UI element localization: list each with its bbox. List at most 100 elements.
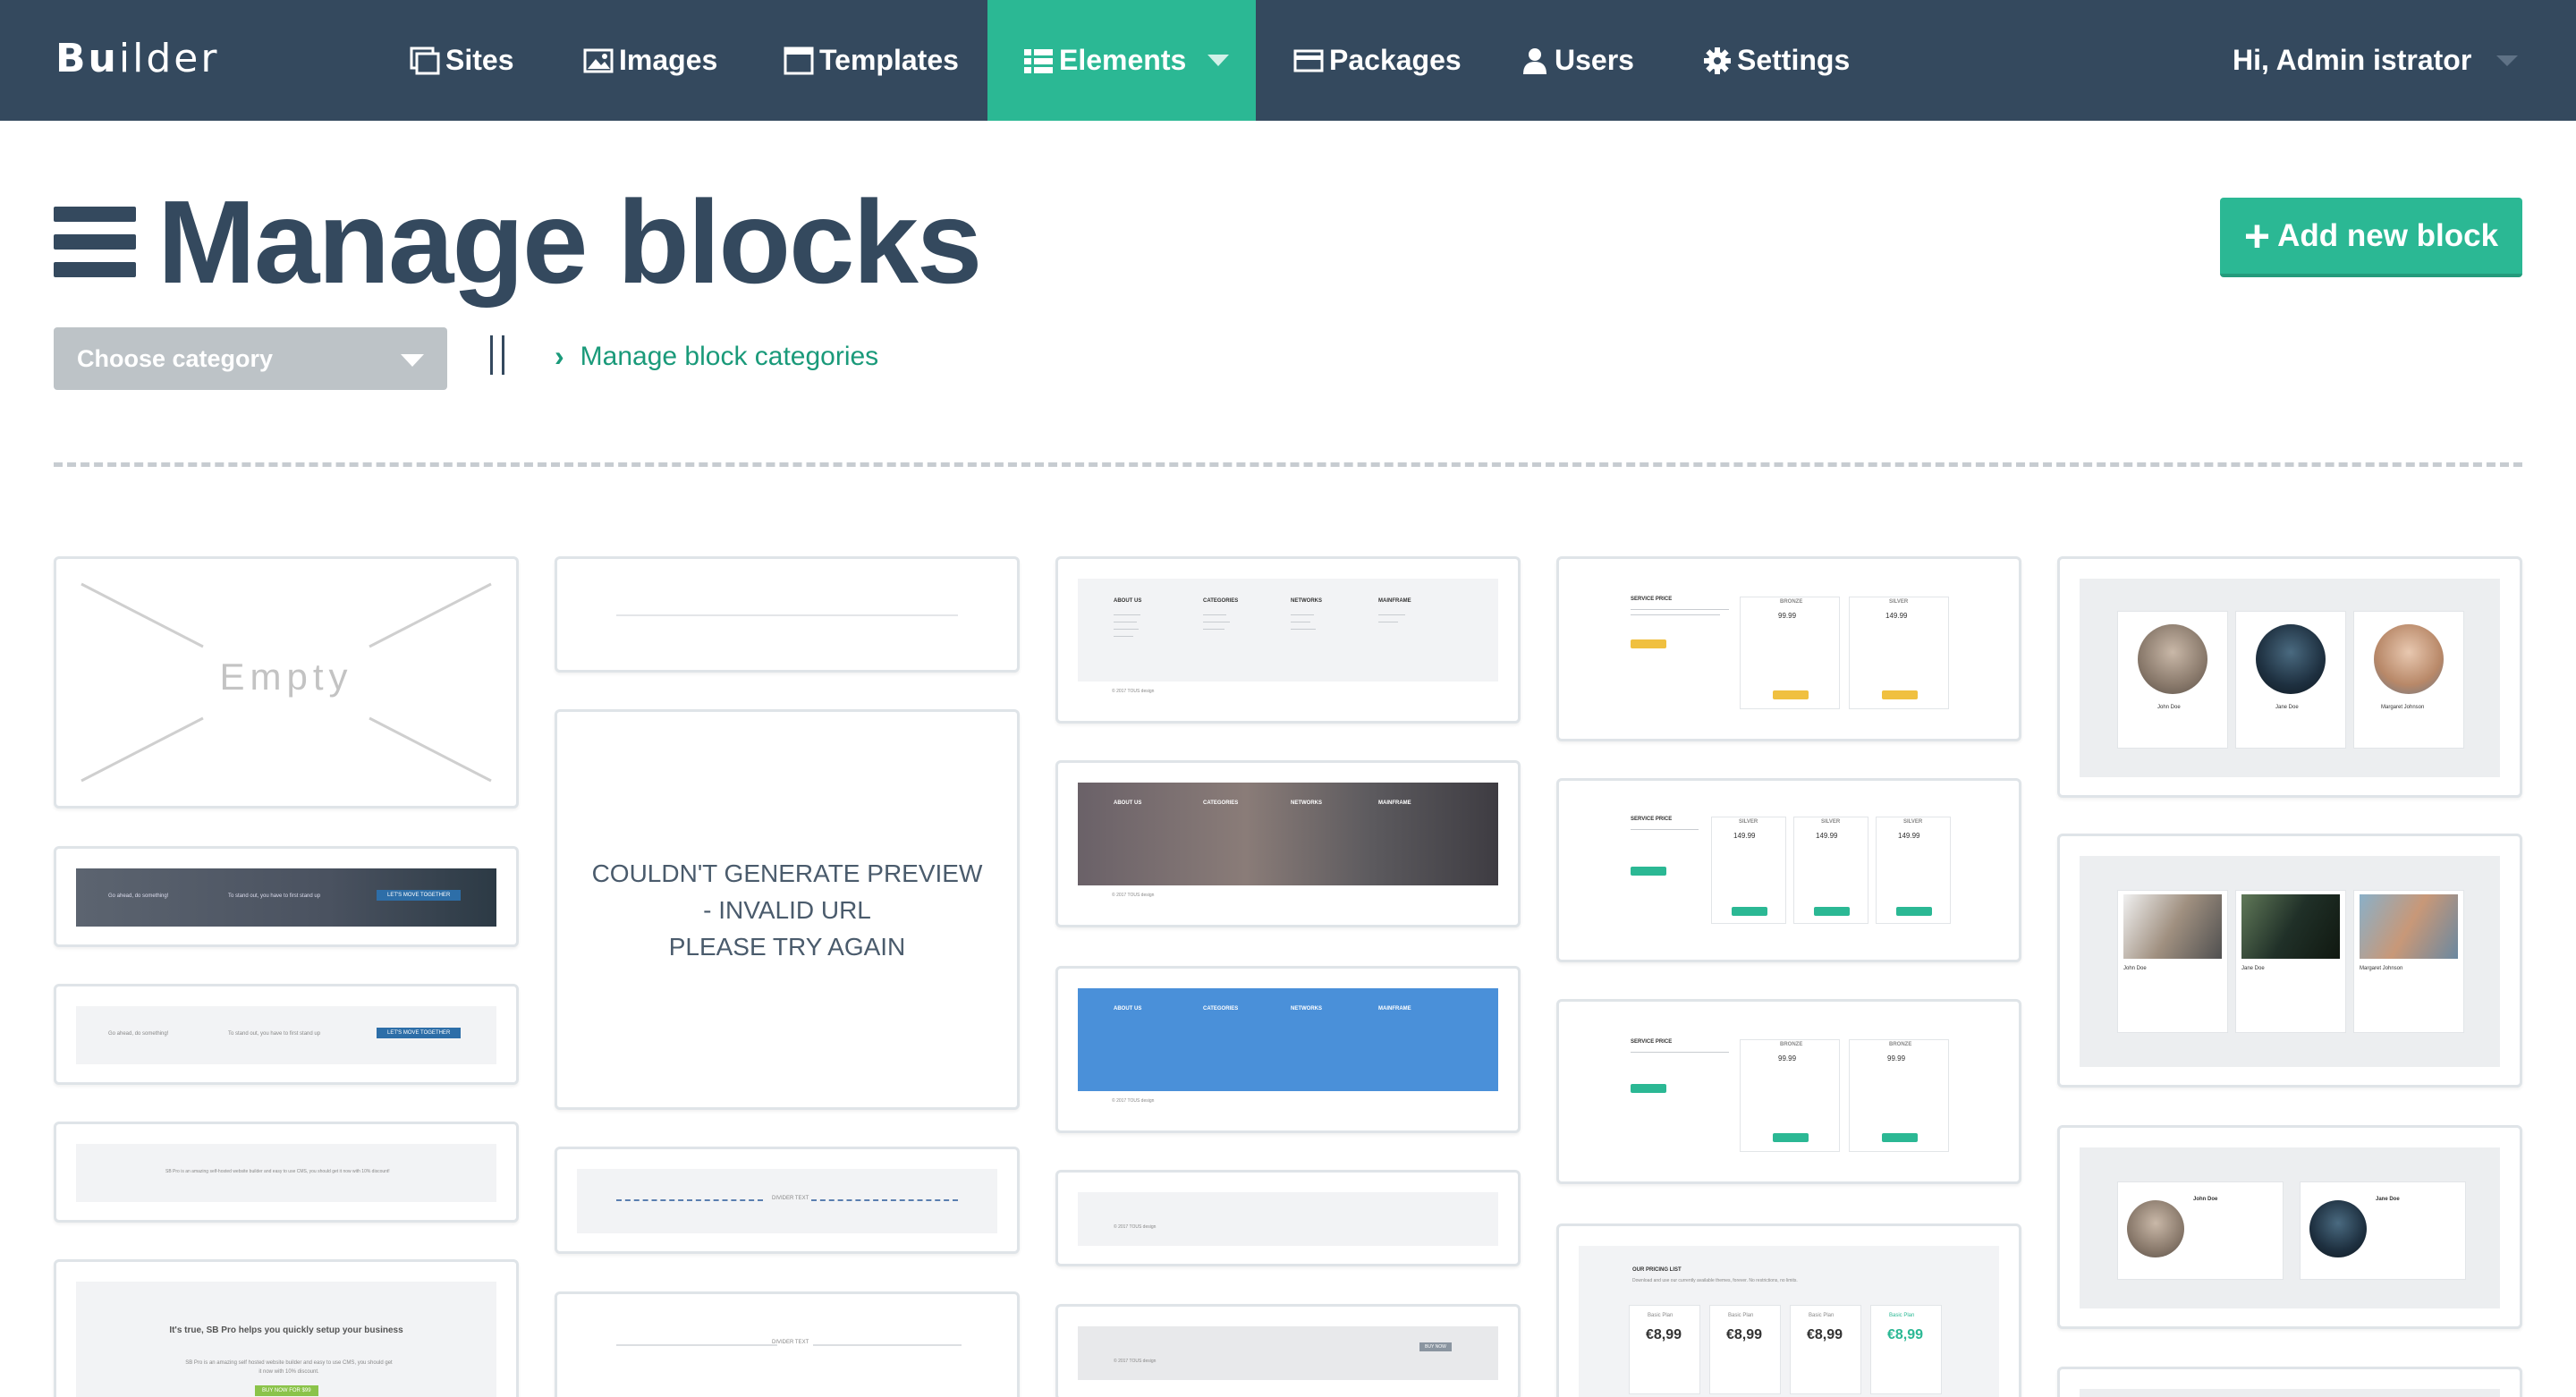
nav-templates[interactable]: Templates (784, 0, 959, 121)
block-card-divider-plain[interactable] (555, 556, 1020, 673)
block-card-pricing-3[interactable]: SERVICE PRICE SILVER 149.99 SILVER 149.9… (1556, 778, 2021, 962)
block-card-footer-image[interactable]: ABOUT US CATEGORIES NETWORKS MAINFRAME ©… (1055, 760, 1521, 927)
block-preview: ABOUT US CATEGORIES NETWORKS MAINFRAME (1078, 783, 1498, 885)
block-card-partial[interactable] (2057, 1367, 2522, 1397)
block-card-error[interactable]: COULDN'T GENERATE PREVIEW - INVALID URL … (555, 709, 1020, 1110)
preview-button: LET'S MOVE TOGETHER (377, 1028, 462, 1038)
preview-heading: SERVICE PRICE (1631, 817, 1673, 822)
user-icon (1523, 47, 1546, 74)
preview-error-message: COULDN'T GENERATE PREVIEW - INVALID URL … (557, 855, 1017, 965)
avatar (2127, 1200, 2184, 1257)
block-preview: John Doe Jane Doe (2080, 1147, 2500, 1308)
preview-heading: ABOUT US (1114, 800, 1142, 806)
block-preview: OUR PRICING LIST Download and use our cu… (1579, 1246, 1999, 1397)
preview-text: © 2017 TOUS design (1112, 893, 1155, 898)
nav-elements[interactable]: Elements (987, 0, 1256, 121)
menu-icon (54, 206, 136, 277)
preview-heading: SERVICE PRICE (1631, 1039, 1673, 1045)
top-navbar: Builder Sites Images Templates Elements … (0, 0, 2576, 121)
team-member: Jane Doe (2235, 611, 2346, 749)
block-preview (2080, 1389, 2500, 1397)
block-card-cta-light[interactable]: Go ahead, do something! To stand out, yo… (54, 984, 519, 1085)
team-member: John Doe (2117, 1181, 2284, 1280)
preview-text: Go ahead, do something! (108, 893, 169, 899)
nav-settings-label: Settings (1737, 44, 1851, 76)
block-card-pricing-list[interactable]: OUR PRICING LIST Download and use our cu… (1556, 1223, 2021, 1397)
block-card-divider-text-2[interactable]: DIVIDER TEXT (555, 1291, 1020, 1397)
add-new-block-button[interactable]: + Add new block (2220, 198, 2522, 277)
gear-icon (1704, 47, 1731, 74)
preview-text: SILVER (1903, 819, 1923, 825)
preview-text: DIVIDER TEXT (772, 1340, 809, 1345)
pricing-column: Basic Plan €8,99 (1709, 1305, 1781, 1394)
preview-button: BUY NOW FOR $99 (255, 1385, 318, 1396)
category-select[interactable]: Choose category (54, 327, 447, 390)
block-preview: It's true, SB Pro helps you quickly setu… (76, 1282, 496, 1397)
pricing-column: SILVER 149.99 (1876, 817, 1951, 924)
preview-text: To stand out, you have to first stand up (228, 893, 321, 899)
block-preview: ABOUT US CATEGORIES NETWORKS MAINFRAME (1078, 988, 1498, 1091)
error-line: PLEASE TRY AGAIN (668, 933, 906, 961)
nav-packages-label: Packages (1329, 44, 1462, 76)
manage-categories-link[interactable]: › Manage block categories (555, 340, 878, 373)
empty-label: Empty (219, 656, 353, 698)
pricing-column: BRONZE 99.99 (1740, 597, 1840, 709)
preview-text: Basic Plan (1809, 1313, 1835, 1318)
preview-text: John Doe (2157, 705, 2181, 710)
block-card-footer-blue[interactable]: ABOUT US CATEGORIES NETWORKS MAINFRAME ©… (1055, 966, 1521, 1133)
team-member: John Doe (2117, 890, 2228, 1033)
preview-heading: NETWORKS (1291, 800, 1322, 806)
chevron-down-icon (2496, 55, 2519, 66)
team-member: Jane Doe (2235, 890, 2346, 1033)
user-menu[interactable]: Hi, Admin istrator (2233, 0, 2519, 121)
preview-text: €8,99 (1807, 1327, 1843, 1342)
avatar (2309, 1200, 2367, 1257)
nav-images[interactable]: Images (583, 0, 717, 121)
block-card-team-horizontal[interactable]: John Doe Jane Doe (2057, 1125, 2522, 1329)
preview-text: © 2017 TOUS design (1114, 1359, 1157, 1364)
block-card-cta-dark[interactable]: Go ahead, do something! To stand out, yo… (54, 846, 519, 947)
block-card-promo-line[interactable]: SB Pro is an amazing self-hosted website… (54, 1122, 519, 1223)
block-preview: © 2017 TOUS design BUY NOW (1078, 1326, 1498, 1380)
block-card-footer-simple-2[interactable]: © 2017 TOUS design BUY NOW (1055, 1304, 1521, 1397)
block-card-team-photos[interactable]: John Doe Jane Doe Margaret Johnson (2057, 834, 2522, 1088)
block-card-footer-simple[interactable]: © 2017 TOUS design (1055, 1170, 1521, 1266)
block-card-promo[interactable]: It's true, SB Pro helps you quickly setu… (54, 1259, 519, 1397)
avatar (2374, 624, 2444, 694)
preview-button: BUY NOW (1419, 1342, 1452, 1351)
preview-title: It's true, SB Pro helps you quickly setu… (169, 1325, 403, 1335)
block-card-pricing-2b[interactable]: SERVICE PRICE BRONZE 99.99 BRONZE 99.99 (1556, 999, 2021, 1184)
section-divider (54, 462, 2522, 467)
divider-line (811, 1199, 958, 1201)
pricing-column: Basic Plan €8,99 (1629, 1305, 1700, 1394)
preview-heading: CATEGORIES (1203, 800, 1239, 806)
error-line: COULDN'T GENERATE PREVIEW (591, 859, 983, 887)
block-preview: © 2017 TOUS design (1078, 1192, 1498, 1246)
manage-categories-label: Manage block categories (580, 341, 879, 371)
chevron-right-icon: › (555, 340, 564, 372)
block-card-empty[interactable]: Empty (54, 556, 519, 809)
nav-sites[interactable]: Sites (410, 0, 513, 121)
block-card-footer-light[interactable]: ABOUT US CATEGORIES NETWORKS MAINFRAME ©… (1055, 556, 1521, 724)
preview-text: SILVER (1739, 819, 1758, 825)
preview-text: Jane Doe (2275, 705, 2299, 710)
pricing-column: Basic Plan €8,99 (1790, 1305, 1861, 1394)
block-card-team-circles[interactable]: John Doe Jane Doe Margaret Johnson (2057, 556, 2522, 798)
block-card-pricing-2[interactable]: SERVICE PRICE BRONZE 99.99 SILVER 149.99 (1556, 556, 2021, 741)
preview-heading: MAINFRAME (1378, 800, 1411, 806)
preview-heading: MAINFRAME (1378, 598, 1411, 604)
nav-packages[interactable]: Packages (1293, 0, 1462, 121)
brand-logo[interactable]: Builder (55, 36, 219, 81)
user-greeting: Hi, Admin istrator (2233, 44, 2472, 76)
nav-users[interactable]: Users (1521, 0, 1634, 121)
preview-text: SB Pro is an amazing self hosted website… (185, 1360, 393, 1375)
image-icon (583, 48, 614, 72)
block-card-divider-text[interactable]: DIVIDER TEXT (555, 1147, 1020, 1254)
preview-heading: NETWORKS (1291, 598, 1322, 604)
sites-icon (410, 47, 440, 74)
preview-text: John Doe (2123, 966, 2147, 971)
pricing-column: BRONZE 99.99 (1740, 1039, 1840, 1152)
preview-heading: CATEGORIES (1203, 1006, 1239, 1012)
nav-settings[interactable]: Settings (1703, 0, 1850, 121)
preview-text: Download and use our currently available… (1632, 1278, 1798, 1283)
